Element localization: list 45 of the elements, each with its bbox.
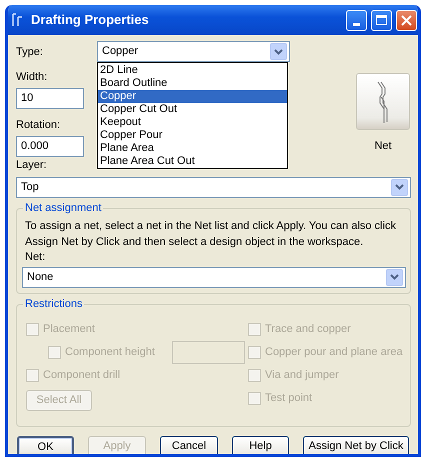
- checkbox-label: Test point: [265, 390, 312, 406]
- dropdown-option[interactable]: Copper Cut Out: [98, 103, 287, 116]
- chevron-icon: [390, 274, 399, 280]
- checkbox-label: Placement: [43, 322, 95, 337]
- traces-icon: [376, 80, 390, 122]
- type-dropdown[interactable]: Copper: [97, 41, 290, 62]
- dropdown-option[interactable]: Plane Area Cut Out: [98, 155, 287, 168]
- chevron-icon: [395, 184, 404, 190]
- close-icon: [401, 14, 412, 26]
- net-button[interactable]: [356, 73, 410, 130]
- checkbox-label: Copper pour and plane area: [265, 344, 403, 360]
- description-text: To assign a net, select a net in the Net list and click Apply. You can also click Assign Net by Click and then select a design object in the workspace.: [25, 218, 397, 250]
- dropdown-option[interactable]: Copper Pour: [98, 129, 287, 142]
- layer-dropdown[interactable]: Top: [16, 176, 411, 198]
- width-label: Width:: [16, 70, 48, 84]
- app-icon: [11, 13, 23, 27]
- width-field[interactable]: 10: [16, 88, 84, 109]
- checkbox-label: Via and jumper: [265, 368, 339, 383]
- dropdown-option[interactable]: Board Outline: [98, 77, 287, 90]
- checkbox-label: Component height: [65, 344, 155, 360]
- dialog-button[interactable]: OK: [17, 436, 74, 454]
- group-title: Net assignment: [23, 200, 104, 214]
- group-title: Restrictions: [23, 296, 84, 310]
- net-label: Net:: [25, 250, 46, 264]
- checkbox-label: Component drill: [43, 368, 120, 383]
- height-field[interactable]: [172, 340, 245, 364]
- type-label: Type:: [16, 44, 44, 58]
- rotation-label: Rotation:: [16, 118, 62, 132]
- rotation-field[interactable]: 0.000: [16, 136, 84, 157]
- dialog-button[interactable]: Assign Net by Click: [303, 436, 409, 454]
- dialog-button[interactable]: Help: [232, 436, 289, 454]
- layer-label: Layer:: [16, 158, 47, 172]
- maximize-button[interactable]: [371, 10, 392, 30]
- dropdown-option[interactable]: Copper: [98, 90, 287, 103]
- net-dropdown[interactable]: None: [22, 266, 406, 288]
- dropdown-option[interactable]: 2D Line: [98, 64, 287, 77]
- dropdown-option[interactable]: Keepout: [98, 116, 287, 129]
- minimize-button[interactable]: [346, 10, 367, 30]
- window-title: Drafting Properties: [31, 11, 149, 30]
- close-button[interactable]: [396, 10, 417, 30]
- chevron-icon: [274, 48, 283, 54]
- dropdown-option[interactable]: Plane Area: [98, 142, 287, 155]
- dialog-button[interactable]: Cancel: [160, 436, 218, 454]
- net-label: Net: [374, 139, 392, 154]
- checkbox-label: Trace and copper: [265, 322, 351, 337]
